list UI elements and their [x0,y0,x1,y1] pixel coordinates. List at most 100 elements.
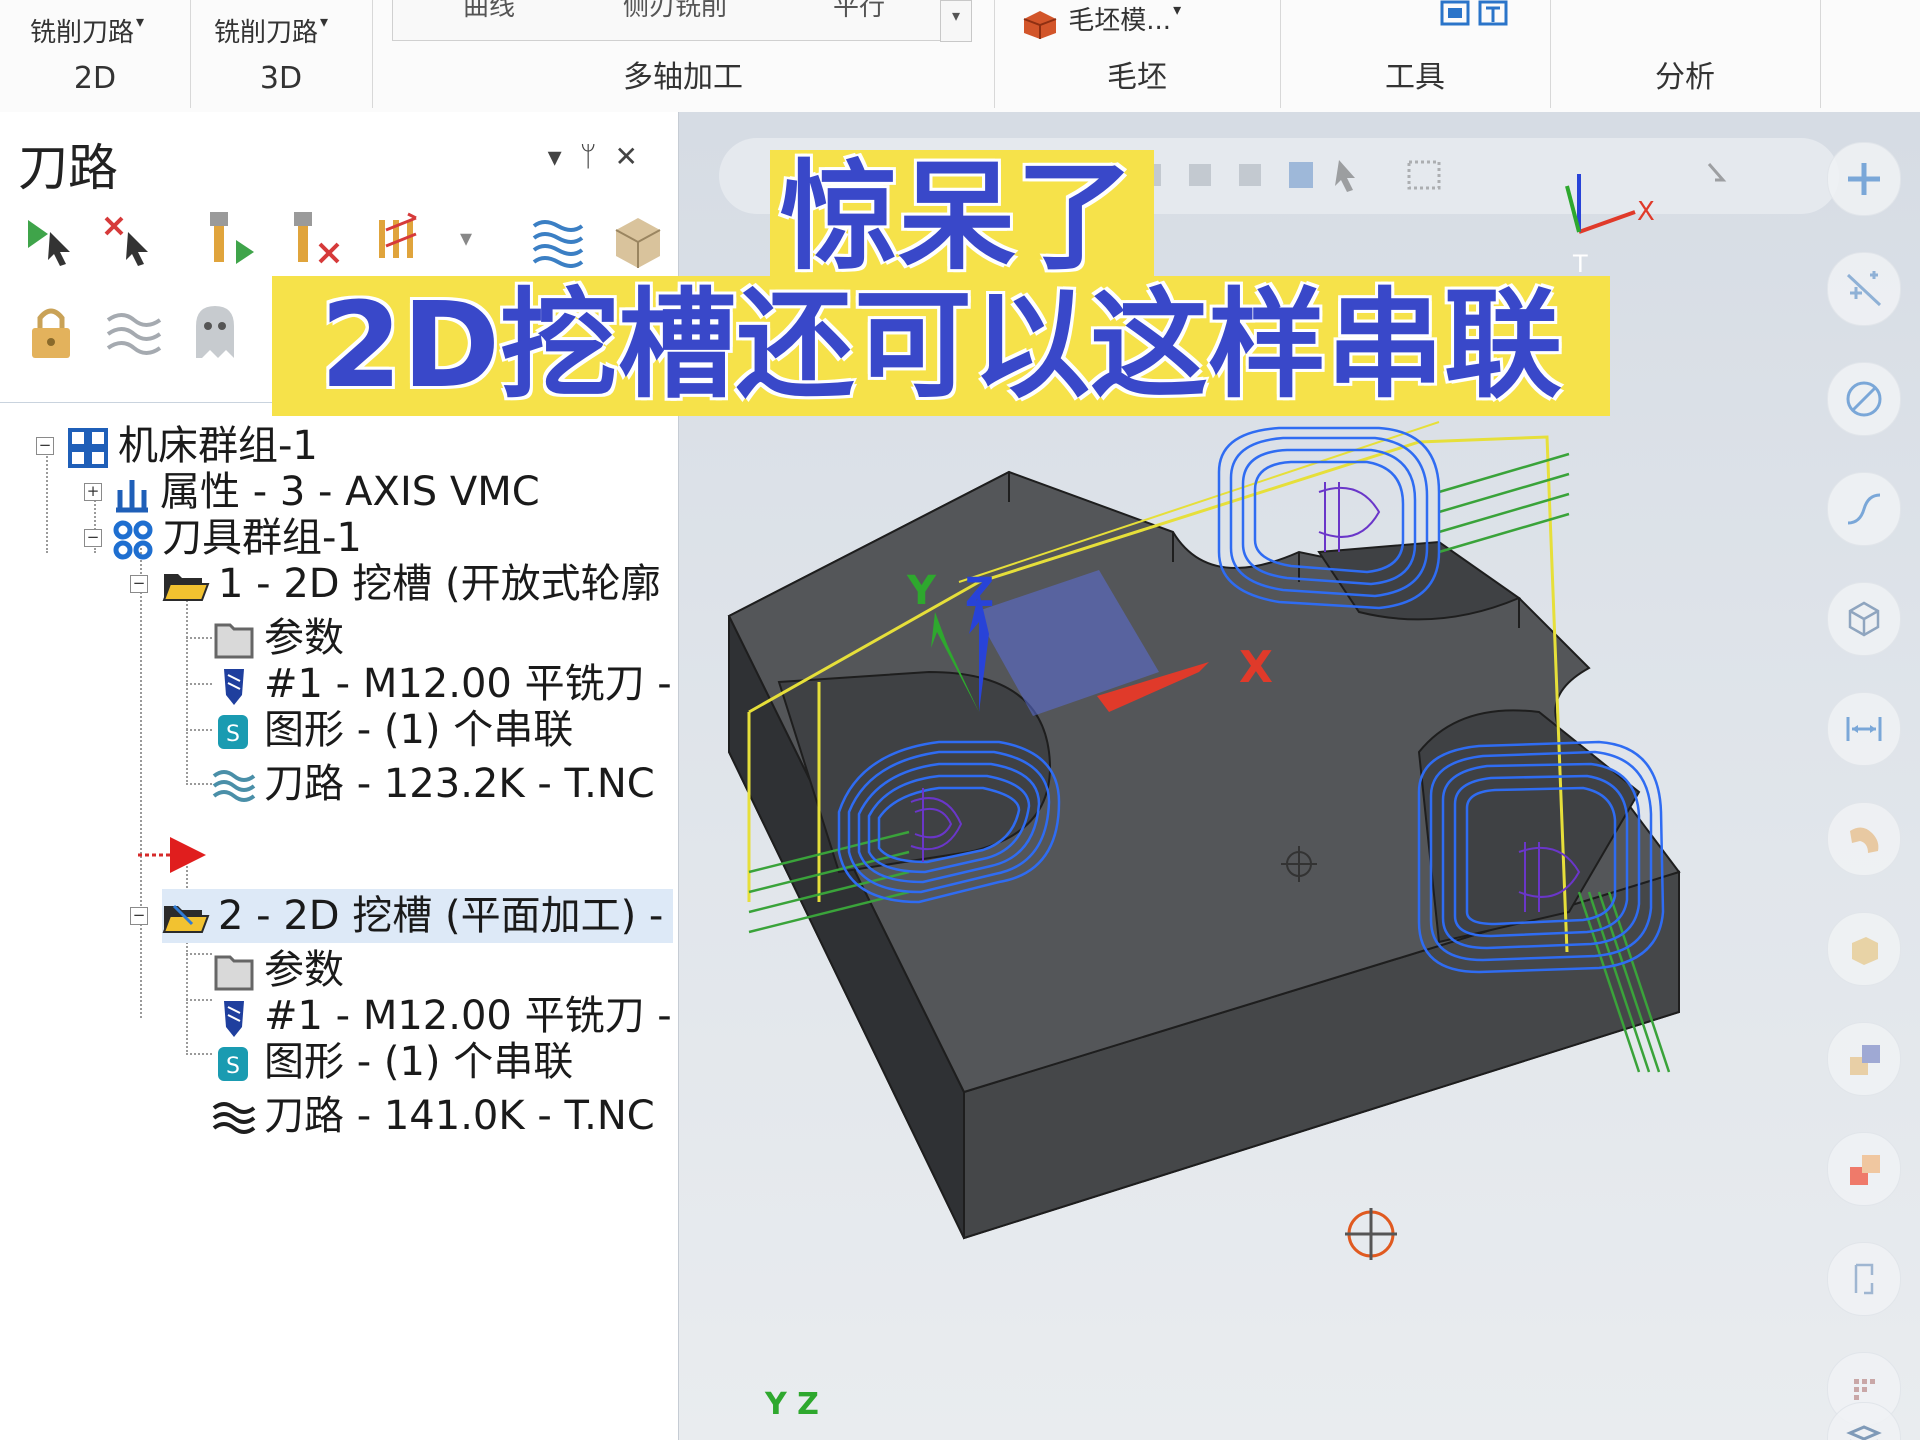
mill-toolpaths-2d-label: 铣削刀路 [30,18,135,48]
ribbon-group-2d: 铣削刀路 ▾ 2D [0,0,191,108]
ribbon-group-tools: 工具 [1280,0,1551,108]
tree-item-toolpath[interactable]: 刀路 - 123.2K - T.NC [212,757,655,811]
tree-item-label: 2 - 2D 挖槽 (平面加工) - [218,893,664,939]
swarf-button[interactable]: 侧刃铣削 [623,0,727,23]
ribbon-group-label-multiaxis: 多轴加工 [623,60,743,95]
svg-text:S: S [226,722,240,747]
tree-line [186,589,188,785]
tree-item-label: 机床群组-1 [118,423,318,469]
gnomon-x-label: X [1637,197,1655,227]
panel-menu-button[interactable]: ▾ [548,140,580,173]
chevron-down-icon: ▾ [1173,0,1182,19]
gnomon-t-label: T [1572,250,1588,278]
operations-tree: − 机床群组-1 + 属性 - 3 - AXIS VMC − 刀具群组-1 − … [0,402,674,1433]
tree-item-label: #1 - M12.00 平铣刀 - [264,661,672,707]
deselect-operations-icon[interactable] [100,212,160,268]
parameters-folder-icon [214,955,254,991]
bottom-axes-label: Y Z [764,1387,819,1422]
toggle-display-icon[interactable] [104,308,164,358]
chevron-down-icon: ▾ [320,12,329,31]
collapse-toggle[interactable]: − [130,575,148,593]
tree-line [46,453,48,553]
parameters-folder-icon [214,623,254,659]
tree-item-label: 刀具群组-1 [162,515,362,561]
tree-item-operation-2[interactable]: 2 - 2D 挖槽 (平面加工) - [162,889,674,943]
axis-z-label: Z [965,570,994,616]
tree-item-geometry[interactable]: S 图形 - (1) 个串联 [212,1035,573,1089]
regenerate-dirty-icon[interactable] [284,210,348,270]
tree-line [186,953,212,955]
tree-item-label: 参数 [264,947,344,993]
ribbon-group-3d: 铣削刀路 ▾ 3D [190,0,373,108]
tree-item-label: 参数 [264,615,344,661]
collapse-toggle[interactable]: − [36,437,54,455]
toolpath-top-inner [1318,482,1381,552]
machine-properties-icon [116,480,148,513]
tool-group-icon [113,520,153,560]
select-all-operations-icon[interactable] [22,212,78,268]
ribbon-group-stock: 毛坯模... ▾ 毛坯 [994,0,1281,108]
tool-manager-icon[interactable] [1438,0,1510,30]
parallel-button[interactable]: 平行 [833,0,885,23]
machine-group-icon [68,428,108,468]
tree-line [186,783,212,785]
open-folder-icon [162,904,210,933]
lock-icon[interactable] [26,302,76,362]
gallery-expand-button[interactable]: ▾ [940,0,972,42]
mill-toolpaths-3d-label: 铣削刀路 [214,18,319,48]
expand-toggle[interactable]: + [84,483,102,501]
mill-toolpaths-2d-button[interactable]: 铣削刀路 ▾ [30,12,144,49]
regenerate-selected-icon[interactable] [200,210,264,270]
simulate-icon[interactable] [372,210,436,270]
tree-item-label: 图形 - (1) 个串联 [264,707,574,753]
tree-item-label: 属性 - 3 - AXIS VMC [160,469,540,515]
end-mill-icon [224,1001,244,1037]
tree-item-label: 刀路 - 141.0K - T.NC [264,1093,655,1139]
tree-line [186,637,212,639]
verify-icon[interactable] [610,210,666,270]
tree-item-label: 图形 - (1) 个串联 [264,1039,574,1085]
tree-item-label: 1 - 2D 挖槽 (开放式轮廓 [218,561,661,607]
tree-line [186,1053,212,1055]
ribbon-group-label-tools: 工具 [1385,60,1445,95]
ribbon-group-label-3d: 3D [259,61,303,96]
multiaxis-gallery[interactable]: 曲线 侧刃铣削 平行 [392,0,942,41]
collapse-toggle[interactable]: − [84,529,102,547]
tree-item-toolpath[interactable]: 刀路 - 141.0K - T.NC [212,1089,655,1143]
toolpath-icon [212,1102,256,1134]
view-gnomon: X T [1565,174,1655,278]
tree-item-operation-1[interactable]: 1 - 2D 挖槽 (开放式轮廓 [162,557,661,611]
panel-title: 刀路 [18,139,118,197]
tree-item-geometry[interactable]: S 图形 - (1) 个串联 [212,703,573,757]
curve-button[interactable]: 曲线 [463,0,515,23]
banner-subtitle: 2D挖槽还可以这样串联 [320,276,1563,414]
ribbon-group-multiaxis: 曲线 侧刃铣削 平行 ▾ 多轴加工 [372,0,995,108]
stock-model-button[interactable]: 毛坯模... ▾ [1020,0,1181,39]
ghost-icon[interactable] [190,302,240,362]
ribbon-group-label-analysis: 分析 [1655,60,1715,95]
banner-title: 惊呆了 [780,148,1135,286]
mill-toolpaths-3d-button[interactable]: 铣削刀路 ▾ [214,12,328,49]
tree-item-label: #1 - M12.00 平铣刀 - [264,993,672,1039]
panel-close-button[interactable]: ✕ [615,140,656,173]
tree-line [186,999,212,1001]
ribbon-group-analysis: 分析 [1550,0,1821,108]
axis-x-label: X [1239,642,1273,693]
chevron-down-icon[interactable]: ▾ [460,224,472,252]
geometry-chain-icon: S [218,1047,248,1081]
backplot-icon[interactable] [530,212,586,268]
ribbon-group-label-stock: 毛坯 [1107,60,1167,95]
open-folder-icon [162,574,210,601]
rotation-center-icon [1345,1208,1397,1260]
ribbon-group-label-2d: 2D [73,61,117,96]
tree-line [140,543,142,1018]
stock-cube-icon [1023,10,1057,39]
end-mill-icon [224,669,244,705]
svg-text:S: S [226,1054,240,1079]
stock-model-label: 毛坯模... [1068,6,1172,36]
collapse-toggle[interactable]: − [130,907,148,925]
panel-pin-button[interactable]: ᛘ [580,140,615,173]
insert-arrow-icon[interactable] [136,833,210,877]
ribbon: 铣削刀路 ▾ 2D 铣削刀路 ▾ 3D 曲线 侧刃铣削 平行 ▾ 多轴加工 毛坯模.… [0,0,1920,113]
tree-item-label: 刀路 - 123.2K - T.NC [264,761,655,807]
